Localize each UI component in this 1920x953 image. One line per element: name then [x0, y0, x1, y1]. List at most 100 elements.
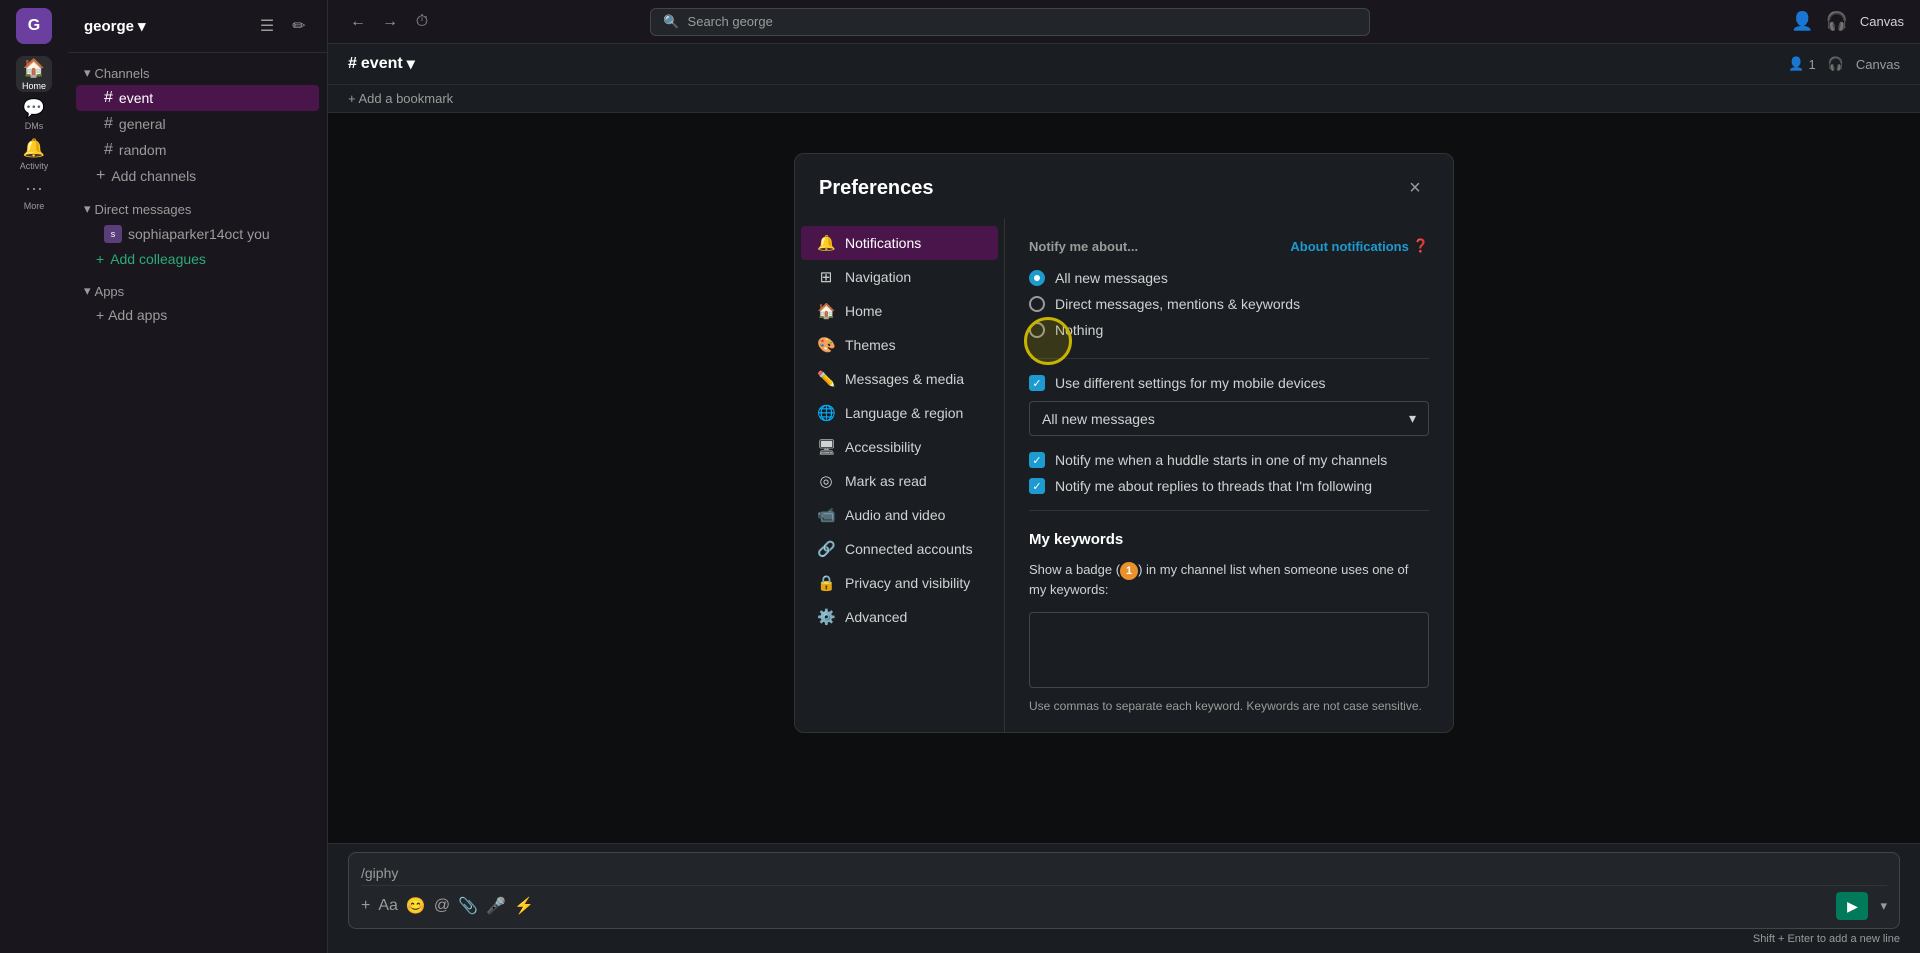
sidebar-item-home[interactable]: 🏠 Home — [16, 56, 52, 92]
workspace-name[interactable]: george ▾ — [84, 17, 146, 35]
mention-icon[interactable]: @ — [434, 897, 450, 915]
dm-item-sophia[interactable]: s sophiaparker14oct you — [76, 221, 319, 247]
modal-close-button[interactable]: × — [1401, 174, 1429, 202]
keywords-badge: 1 — [1120, 562, 1138, 580]
notify-title: Notify me about... — [1029, 239, 1138, 254]
dms-collapse-icon: ▾ — [84, 201, 91, 217]
app-sidebar: G 🏠 Home 💬 DMs 🔔 Activity ··· More — [0, 0, 68, 953]
add-icon[interactable]: + — [361, 897, 370, 915]
add-colleagues-button[interactable]: + Add colleagues — [68, 247, 327, 271]
notify-title-row: Notify me about... About notifications ❓ — [1029, 238, 1429, 254]
more-icon: ··· — [25, 178, 43, 199]
compose-button[interactable]: ✏ — [287, 14, 311, 38]
add-apps-button[interactable]: + Add apps — [68, 303, 327, 327]
dms-icon: 💬 — [23, 98, 45, 119]
back-button[interactable]: ← — [344, 8, 372, 36]
canvas-icon[interactable]: Canvas — [1860, 14, 1904, 29]
channel-hash: # — [348, 55, 357, 73]
radio-all-messages[interactable]: All new messages — [1029, 270, 1429, 286]
chat-area: Preferences × 🔔 Notifications ⊞ Navigati… — [328, 113, 1920, 843]
keywords-input[interactable] — [1029, 612, 1429, 688]
prefs-item-accessibility[interactable]: 🖥 Accessibility — [801, 430, 998, 464]
preferences-modal: Preferences × 🔔 Notifications ⊞ Navigati… — [794, 153, 1454, 733]
help-icon: ❓ — [1413, 238, 1429, 254]
channel-dropdown-icon: ▾ — [407, 54, 415, 74]
channel-item-random[interactable]: # random — [76, 137, 319, 163]
headphones-icon[interactable]: 🎧 — [1826, 11, 1848, 32]
channels-header[interactable]: ▾ Channels — [68, 61, 327, 85]
emoji-icon[interactable]: 😊 — [406, 896, 426, 916]
channel-item-general[interactable]: # general — [76, 111, 319, 137]
add-channels-button[interactable]: + Add channels — [68, 163, 327, 189]
add-icon: + — [96, 167, 105, 185]
language-icon: 🌐 — [817, 404, 835, 422]
privacy-icon: 🔒 — [817, 574, 835, 592]
huddle-checkbox — [1029, 452, 1045, 468]
prefs-item-home[interactable]: 🏠 Home — [801, 294, 998, 328]
prefs-sidebar: 🔔 Notifications ⊞ Navigation 🏠 Home — [795, 218, 1005, 732]
radio-all-circle — [1029, 270, 1045, 286]
prefs-item-privacy[interactable]: 🔒 Privacy and visibility — [801, 566, 998, 600]
shift-hint: Shift + Enter to add a new line — [348, 933, 1900, 945]
sidebar-item-dms[interactable]: 💬 DMs — [16, 96, 52, 132]
user-status-icon[interactable]: 👤 — [1791, 11, 1813, 32]
headphones-channel-icon[interactable]: 🎧 — [1828, 56, 1844, 72]
mark-read-icon: ◎ — [817, 472, 835, 490]
bookmark-bar[interactable]: + Add a bookmark — [328, 85, 1920, 113]
forward-button[interactable]: → — [376, 8, 404, 36]
prefs-item-themes[interactable]: 🎨 Themes — [801, 328, 998, 362]
prefs-item-advanced[interactable]: ⚙️ Advanced — [801, 600, 998, 634]
prefs-item-audio-video[interactable]: 📹 Audio and video — [801, 498, 998, 532]
radio-nothing[interactable]: Nothing — [1029, 322, 1429, 338]
channel-title[interactable]: # event ▾ — [348, 54, 415, 74]
navigation-icon: ⊞ — [817, 268, 835, 286]
history-button[interactable]: ⏱ — [408, 8, 436, 36]
modal-overlay[interactable]: Preferences × 🔔 Notifications ⊞ Navigati… — [328, 113, 1920, 843]
home-prefs-icon: 🏠 — [817, 302, 835, 320]
huddle-checkbox-row[interactable]: Notify me when a huddle starts in one of… — [1029, 452, 1429, 468]
apps-header[interactable]: ▾ Apps — [68, 279, 327, 303]
sidebar-item-activity[interactable]: 🔔 Activity — [16, 136, 52, 172]
more-actions-icon[interactable]: ⚡ — [514, 896, 534, 916]
filter-button[interactable]: ☰ — [255, 14, 279, 38]
attachment-icon[interactable]: 📎 — [458, 896, 478, 916]
message-input[interactable]: /giphy — [361, 861, 1887, 885]
themes-icon: 🎨 — [817, 336, 835, 354]
channel-item-event[interactable]: # event — [76, 85, 319, 111]
radio-dm-mentions[interactable]: Direct messages, mentions & keywords — [1029, 296, 1429, 312]
canvas-channel-label[interactable]: Canvas — [1856, 57, 1900, 72]
replies-checkbox — [1029, 478, 1045, 494]
prefs-item-connected[interactable]: 🔗 Connected accounts — [801, 532, 998, 566]
members-button[interactable]: 👤 1 — [1788, 56, 1815, 72]
dms-header[interactable]: ▾ Direct messages — [68, 197, 327, 221]
channel-hash-icon: # — [104, 115, 113, 133]
channels-section: ▾ Channels # event # general # random + … — [68, 61, 327, 189]
workspace-avatar[interactable]: G — [16, 8, 52, 44]
mic-icon[interactable]: 🎤 — [486, 896, 506, 916]
sidebar-item-more[interactable]: ··· More — [16, 176, 52, 212]
search-bar: 🔍 Search george — [650, 8, 1370, 36]
about-notifications-link[interactable]: About notifications ❓ — [1290, 238, 1429, 254]
search-input[interactable]: 🔍 Search george — [650, 8, 1370, 36]
workspace-header-icons: ☰ ✏ — [255, 14, 311, 38]
notify-radio-group: All new messages Direct messages, mentio… — [1029, 270, 1429, 338]
prefs-item-notifications[interactable]: 🔔 Notifications — [801, 226, 998, 260]
top-bar: ← → ⏱ 🔍 Search george 👤 🎧 Canvas — [328, 0, 1920, 44]
input-box: /giphy + Aa 😊 @ 📎 🎤 ⚡ ▶ ▾ — [348, 852, 1900, 929]
send-dropdown[interactable]: ▾ — [1880, 898, 1887, 914]
prefs-content: Notify me about... About notifications ❓… — [1005, 218, 1453, 732]
text-format-icon[interactable]: Aa — [378, 897, 398, 915]
replies-checkbox-row[interactable]: Notify me about replies to threads that … — [1029, 478, 1429, 494]
connected-icon: 🔗 — [817, 540, 835, 558]
send-button[interactable]: ▶ — [1836, 892, 1868, 920]
accessibility-icon: 🖥 — [817, 438, 835, 456]
prefs-item-language[interactable]: 🌐 Language & region — [801, 396, 998, 430]
mobile-checkbox-row[interactable]: Use different settings for my mobile dev… — [1029, 375, 1429, 391]
mobile-dropdown[interactable]: All new messages ▾ — [1029, 401, 1429, 436]
members-icon: 👤 — [1788, 56, 1804, 72]
main-content: ← → ⏱ 🔍 Search george 👤 🎧 Canvas # event… — [328, 0, 1920, 953]
prefs-item-messages[interactable]: ✏️ Messages & media — [801, 362, 998, 396]
prefs-item-mark-read[interactable]: ◎ Mark as read — [801, 464, 998, 498]
prefs-item-navigation[interactable]: ⊞ Navigation — [801, 260, 998, 294]
keywords-section: My keywords Show a badge (1) in my chann… — [1029, 531, 1429, 713]
